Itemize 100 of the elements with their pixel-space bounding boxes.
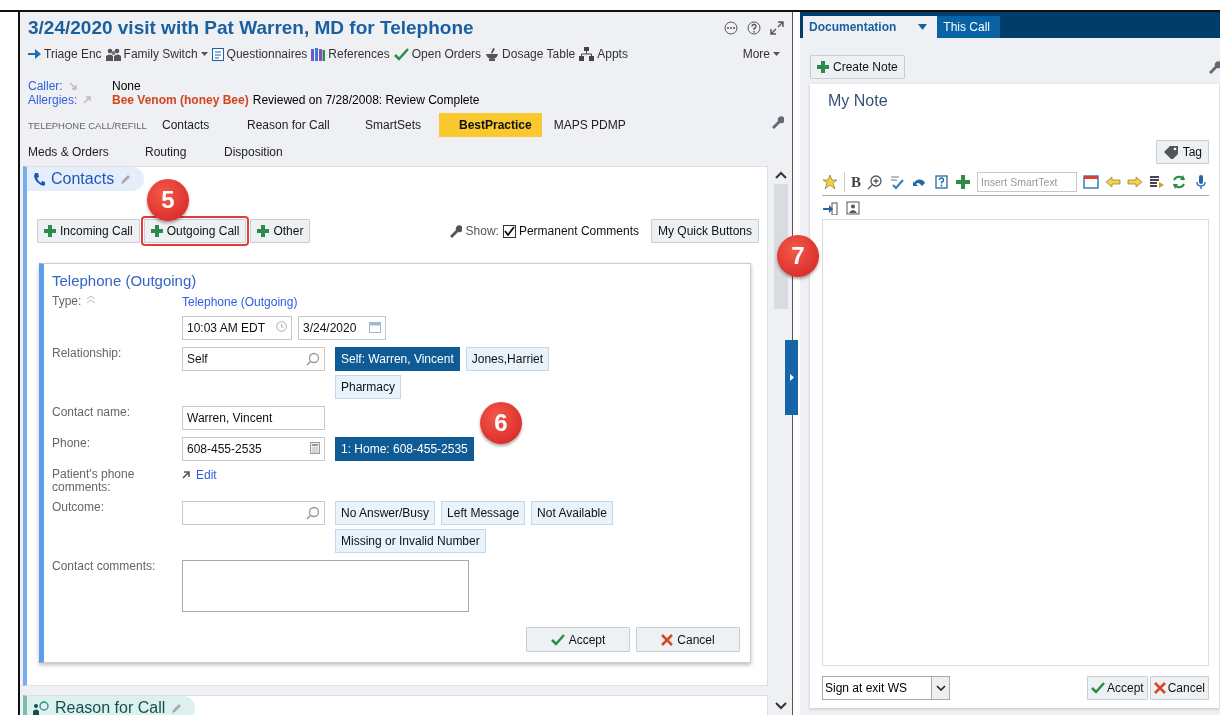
plus-icon: [817, 61, 829, 73]
plus-icon: [150, 225, 163, 237]
phone-icon: [33, 172, 45, 186]
books-icon: [311, 47, 326, 61]
caret-down-icon: [773, 52, 780, 56]
field-label: Allergies:: [28, 93, 78, 107]
date-field[interactable]: 3/24/2020: [298, 316, 386, 340]
chevron-down-icon: [935, 685, 946, 691]
form-title: Telephone (Outgoing): [52, 272, 197, 289]
arrow-right-icon[interactable]: [1127, 174, 1143, 190]
toolbar-button[interactable]: Dosage Table: [485, 47, 580, 61]
contact-card-icon[interactable]: [846, 201, 860, 215]
allergy-status: Reviewed on 7/28/2008: Review Complete: [252, 93, 480, 107]
plus-icon: [257, 225, 270, 237]
pencil-icon: [171, 702, 184, 714]
edit-link[interactable]: Edit: [182, 468, 217, 482]
list-arrow-icon[interactable]: [1149, 174, 1165, 190]
panel-tab[interactable]: This Call: [937, 16, 1001, 38]
toolbar-button[interactable]: Open Orders: [393, 47, 486, 61]
plus-icon: [44, 225, 56, 237]
refresh-icon[interactable]: [1171, 174, 1187, 190]
show-label: Show:: [465, 224, 499, 238]
cancel-button[interactable]: Cancel: [1149, 676, 1209, 700]
option-button[interactable]: Jones,Harriet: [465, 347, 550, 371]
comments-field[interactable]: [182, 560, 469, 612]
allergy-name: Bee Venom (honey Bee): [112, 93, 249, 107]
checkmark-icon: [550, 633, 565, 646]
calendar-icon: [369, 321, 381, 333]
option-button[interactable]: Not Available: [531, 501, 613, 525]
nav-tab[interactable]: Meds & Orders: [28, 140, 145, 164]
field-label: Type:: [52, 295, 82, 309]
field-label: Contact name:: [52, 406, 132, 421]
document-icon: [211, 47, 224, 61]
option-button[interactable]: 1: Home: 608-455-2535: [335, 437, 474, 461]
caret-down-icon: [918, 24, 928, 30]
arrow-icon: [182, 471, 190, 479]
people-icon: [105, 47, 121, 61]
option-button[interactable]: Missing or Invalid Number: [335, 529, 486, 553]
more-button[interactable]: More: [742, 47, 784, 61]
caret-right-icon: [789, 374, 794, 381]
plus-icon[interactable]: [955, 174, 971, 190]
nav-tab[interactable]: BestPractice: [439, 113, 542, 137]
collapse-handle[interactable]: [785, 340, 798, 415]
field-label: Contact comments:: [52, 560, 157, 575]
import-icon[interactable]: [822, 201, 838, 215]
nav-tab[interactable]: Routing: [145, 140, 224, 164]
nav-tab[interactable]: Disposition: [224, 140, 293, 164]
option-button[interactable]: Self: Warren, Vincent: [335, 347, 460, 371]
wrench-icon[interactable]: [770, 115, 784, 129]
arrow-left-icon[interactable]: [1105, 174, 1121, 190]
nav-tab[interactable]: SmartSets: [365, 113, 439, 137]
help-icon[interactable]: [747, 21, 761, 35]
checkmark-icon: [503, 226, 515, 236]
create-note-button[interactable]: Create Note: [810, 55, 905, 79]
accept-button[interactable]: Accept: [1086, 676, 1148, 700]
sitemap-icon: [579, 47, 595, 61]
expand-icon[interactable]: [770, 21, 784, 35]
add-call-button[interactable]: Other: [250, 219, 311, 243]
toolbar-button[interactable]: Questionnaires: [211, 47, 312, 61]
spellcheck-icon[interactable]: [889, 174, 905, 190]
zoom-in-icon[interactable]: [867, 174, 883, 190]
microphone-icon[interactable]: [1193, 174, 1209, 190]
section-label: TELEPHONE CALL/REFILL: [28, 118, 148, 133]
scroll-down-icon[interactable]: [775, 702, 787, 710]
cancel-button[interactable]: Cancel: [636, 627, 740, 652]
scroll-up-icon[interactable]: [775, 171, 787, 179]
panel-tab[interactable]: Documentation: [803, 16, 938, 38]
help-box-icon[interactable]: [933, 174, 949, 190]
tag-button[interactable]: Tag: [1155, 140, 1209, 164]
window-icon[interactable]: [1083, 174, 1099, 190]
toolbar-button[interactable]: Family Switch: [105, 47, 212, 61]
checkbox-label: Permanent Comments: [518, 224, 639, 238]
option-button[interactable]: Pharmacy: [335, 375, 402, 399]
tag-icon: [1162, 145, 1179, 159]
relationship-field[interactable]: Self: [182, 347, 325, 371]
checkmark-icon: [393, 47, 409, 61]
sign-dropdown[interactable]: Sign at exit WS: [822, 676, 950, 700]
wrench-icon[interactable]: [1207, 60, 1220, 74]
field-label: Phone:: [52, 437, 92, 452]
accept-button[interactable]: Accept: [526, 627, 630, 652]
nav-tab[interactable]: MAPS PDMP: [553, 113, 636, 137]
bold-button[interactable]: B: [851, 173, 861, 191]
option-button[interactable]: Left Message: [441, 501, 526, 525]
toolbar-button[interactable]: Appts: [579, 47, 632, 61]
quick-buttons-button[interactable]: My Quick Buttons: [650, 219, 759, 243]
add-call-button[interactable]: Incoming Call: [37, 219, 140, 243]
time-field[interactable]: 10:03 AM EDT: [182, 316, 292, 340]
contact-name-field[interactable]: Warren, Vincent: [182, 406, 325, 430]
nav-tab[interactable]: Reason for Call: [247, 113, 365, 137]
more-options-icon[interactable]: [724, 21, 738, 35]
star-icon[interactable]: [822, 174, 838, 190]
toolbar-button[interactable]: Triage Enc: [28, 47, 106, 61]
outcome-field[interactable]: [182, 501, 325, 525]
smarttext-field[interactable]: Insert SmartText: [977, 172, 1077, 192]
option-button[interactable]: No Answer/Busy: [335, 501, 436, 525]
nav-tab[interactable]: Contacts: [162, 113, 247, 137]
checkbox[interactable]: [502, 224, 516, 238]
phone-field[interactable]: 608-455-2535: [182, 437, 325, 461]
toolbar-button[interactable]: References: [311, 47, 394, 61]
add-call-button[interactable]: Outgoing Call: [143, 219, 247, 243]
